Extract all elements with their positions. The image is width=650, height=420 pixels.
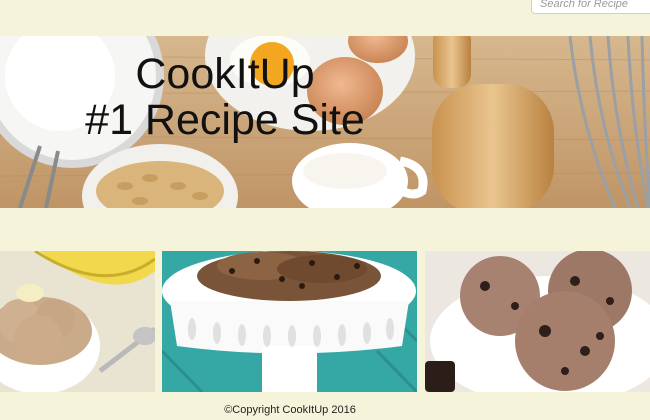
chocolate-chip-cookies-image [162,251,417,392]
footer-copyright: ©Copyright CookItUp 2016 [224,404,356,416]
gallery-tile-cookies[interactable] [162,251,417,392]
site-title-line2: #1 Recipe Site [85,96,365,144]
site-title: CookItUp #1 Recipe Site [0,51,450,143]
banana-ice-cream-image [0,251,155,392]
hero-banner: CookItUp #1 Recipe Site [0,36,650,208]
gallery-tile-cookies-cream-ice-cream[interactable] [425,251,650,392]
site-title-line1: CookItUp [135,50,315,98]
gallery-tile-banana-ice-cream[interactable] [0,251,155,392]
cookies-and-cream-ice-cream-image [425,251,650,392]
recipe-gallery [0,251,650,392]
recipe-search-input[interactable] [531,0,650,14]
